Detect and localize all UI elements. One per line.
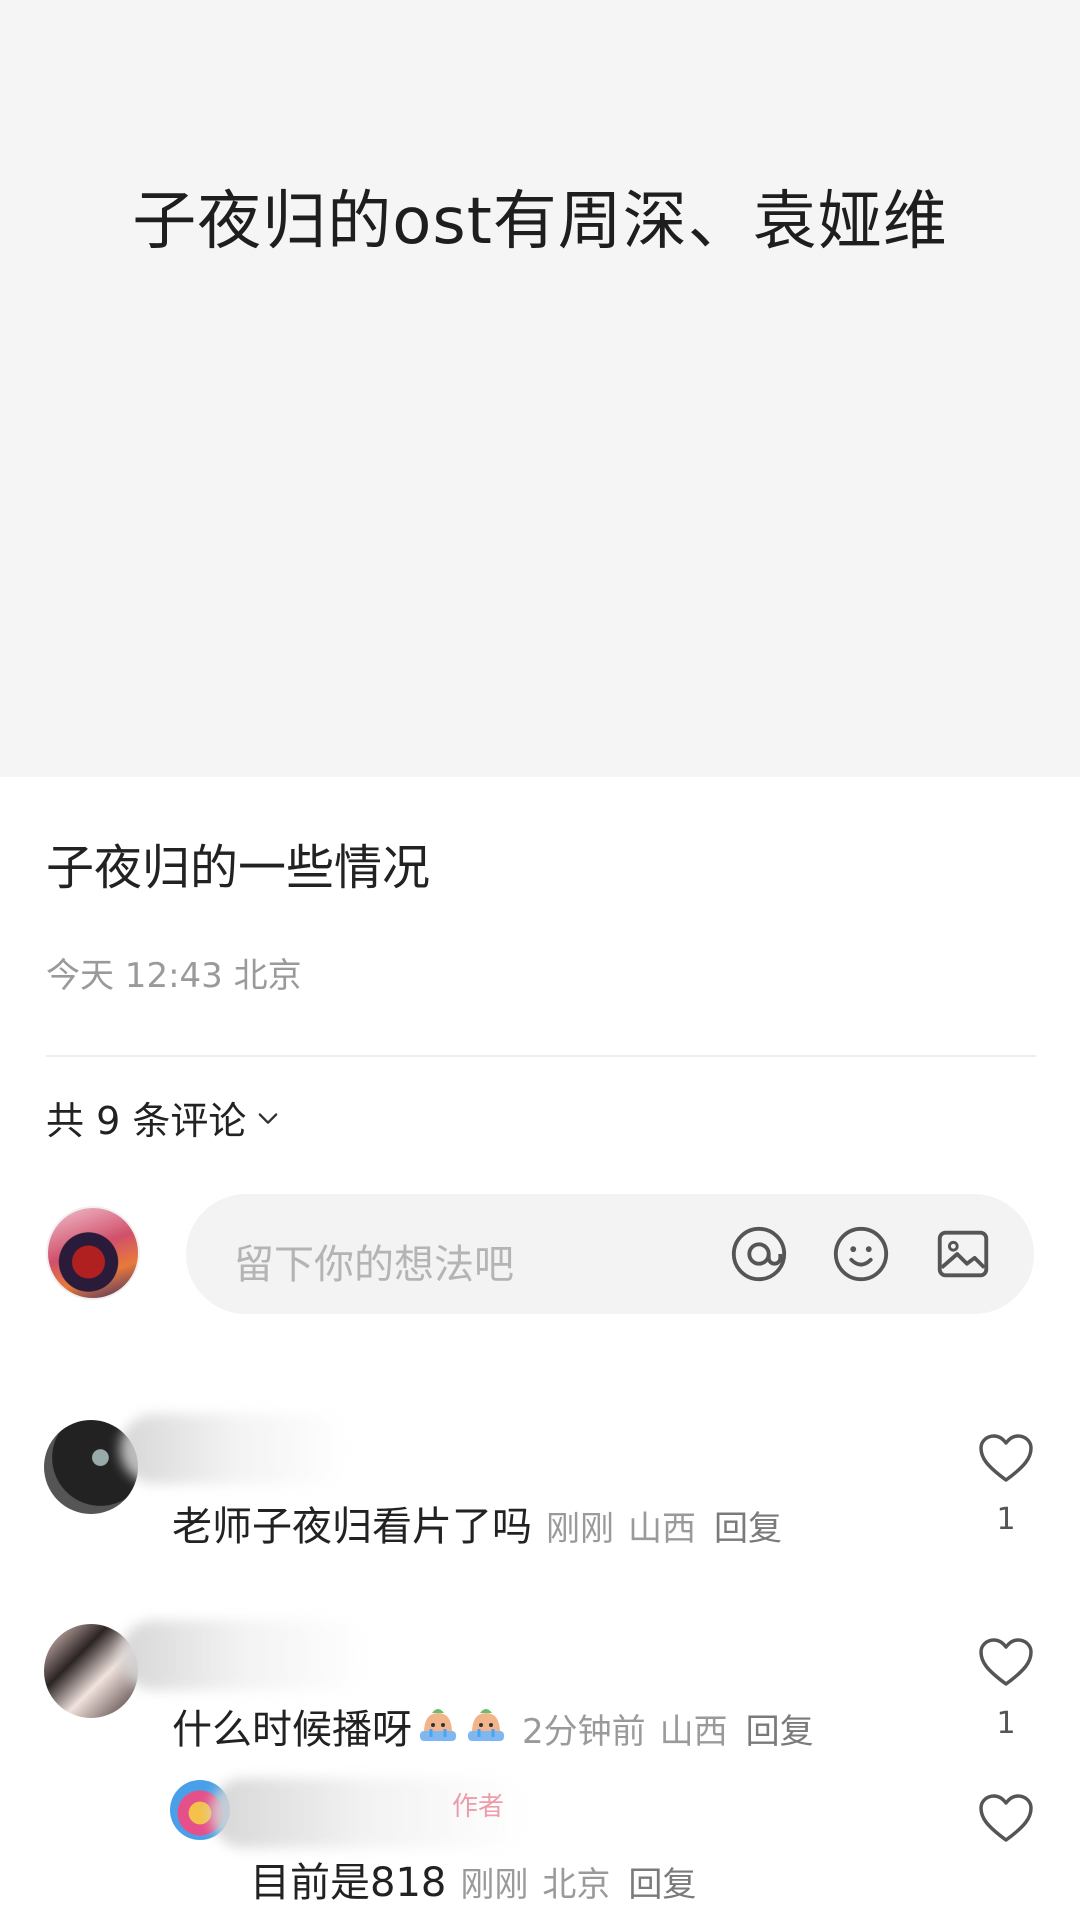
comment-location: 山西 — [628, 1509, 696, 1549]
crying-face-icon — [468, 1709, 504, 1741]
comment-count-sort[interactable]: 共 9 条评论 — [46, 1090, 282, 1145]
chevron-down-icon — [259, 1112, 278, 1124]
reply-button[interactable]: 回复 — [746, 1704, 814, 1753]
comment-body[interactable]: 目前是818 刚刚 北京 回复 — [250, 1850, 696, 1908]
cover-text: 子夜归的ost有周深、袁娅维 — [132, 185, 948, 259]
comment-location: 北京 — [542, 1865, 611, 1905]
like-count: 1 — [996, 1502, 1016, 1537]
image-icon[interactable] — [932, 1223, 994, 1285]
heart-icon[interactable] — [977, 1636, 1035, 1688]
commenter-name-blurred[interactable] — [120, 1620, 370, 1690]
reply-button[interactable]: 回复 — [714, 1501, 782, 1550]
comment-text: 目前是818 — [250, 1860, 447, 1906]
like-count: 1 — [996, 1706, 1016, 1741]
comment-input[interactable]: 留下你的想法吧 — [186, 1194, 1034, 1314]
comment-time: 刚刚 — [460, 1865, 529, 1905]
comment-body[interactable]: 老师子夜归看片了吗 刚刚 山西 回复 — [172, 1494, 782, 1552]
comment-text: 什么时候播呀 — [172, 1707, 412, 1753]
comment-text: 老师子夜归看片了吗 — [172, 1504, 532, 1550]
divider — [46, 1055, 1036, 1057]
comment-location: 山西 — [659, 1712, 728, 1752]
reply-button[interactable]: 回复 — [628, 1857, 696, 1906]
comment-body[interactable]: 什么时候播呀 2分钟前 山西 回复 — [172, 1697, 814, 1755]
at-icon[interactable] — [728, 1223, 790, 1285]
heart-icon[interactable] — [977, 1792, 1035, 1844]
comment-count-label: 共 9 条评论 — [46, 1099, 247, 1143]
post-meta: 今天 12:43 北京 — [46, 956, 302, 996]
emoji-icon[interactable] — [830, 1223, 892, 1285]
crying-face-icon — [420, 1709, 456, 1741]
comment-input-placeholder: 留下你的想法吧 — [234, 1242, 514, 1288]
commenter-name-blurred[interactable] — [120, 1414, 350, 1484]
post-title: 子夜归的一些情况 — [46, 840, 431, 896]
comment-time: 刚刚 — [546, 1509, 614, 1549]
heart-icon[interactable] — [977, 1432, 1035, 1484]
my-avatar[interactable] — [46, 1206, 140, 1300]
comment-time: 2分钟前 — [522, 1712, 646, 1752]
post-cover: 子夜归的ost有周深、袁娅维 — [0, 0, 1080, 777]
author-badge: 作者 — [452, 1792, 505, 1822]
